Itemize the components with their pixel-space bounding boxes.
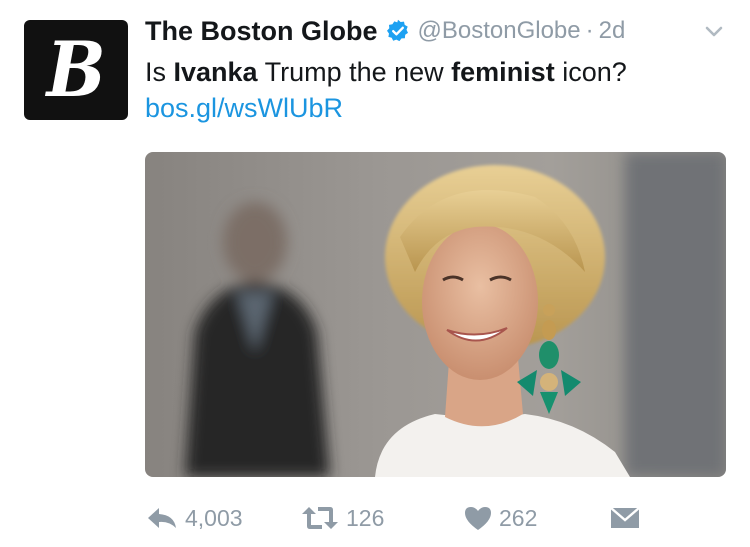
tweet-header: The Boston Globe @BostonGlobe · 2d (145, 12, 625, 50)
separator-dot: · (585, 17, 594, 44)
tweet-link[interactable]: bos.gl/wsWlUbR (145, 90, 343, 126)
like-count: 262 (499, 504, 538, 531)
tweet-photo[interactable] (145, 152, 726, 477)
retweet-icon (302, 507, 338, 529)
tweet-text-part3: icon? (554, 57, 627, 87)
direct-message-icon (610, 507, 640, 528)
tweet-text-part1: Is (145, 57, 174, 87)
tweet-actions: 4,003 126 262 (145, 498, 665, 538)
reply-button[interactable]: 4,003 (145, 498, 243, 538)
direct-message-button[interactable] (609, 498, 641, 538)
tweet-text: Is Ivanka Trump the new feminist icon? (145, 54, 627, 90)
keyword-feminist: feminist (451, 57, 555, 87)
chevron-down-icon[interactable] (700, 18, 728, 46)
avatar[interactable]: B (24, 20, 128, 120)
avatar-logo-letter: B (46, 25, 106, 114)
retweet-count: 126 (346, 504, 385, 531)
display-name[interactable]: The Boston Globe (145, 16, 378, 47)
user-handle[interactable]: @BostonGlobe (418, 17, 581, 45)
retweet-button[interactable]: 126 (300, 498, 384, 538)
verified-badge-icon (386, 19, 408, 42)
hashtag-ivanka: Ivanka (173, 57, 258, 87)
timestamp[interactable]: 2d (599, 17, 626, 45)
photo-illustration (185, 152, 726, 477)
reply-icon (148, 508, 176, 528)
tweet-text-part2: Trump the new (257, 57, 452, 87)
reply-count: 4,003 (185, 504, 243, 531)
tweet-card[interactable]: B The Boston Globe @BostonGlobe · 2d Is … (0, 0, 750, 547)
heart-icon (465, 507, 491, 530)
like-button[interactable]: 262 (463, 498, 537, 538)
